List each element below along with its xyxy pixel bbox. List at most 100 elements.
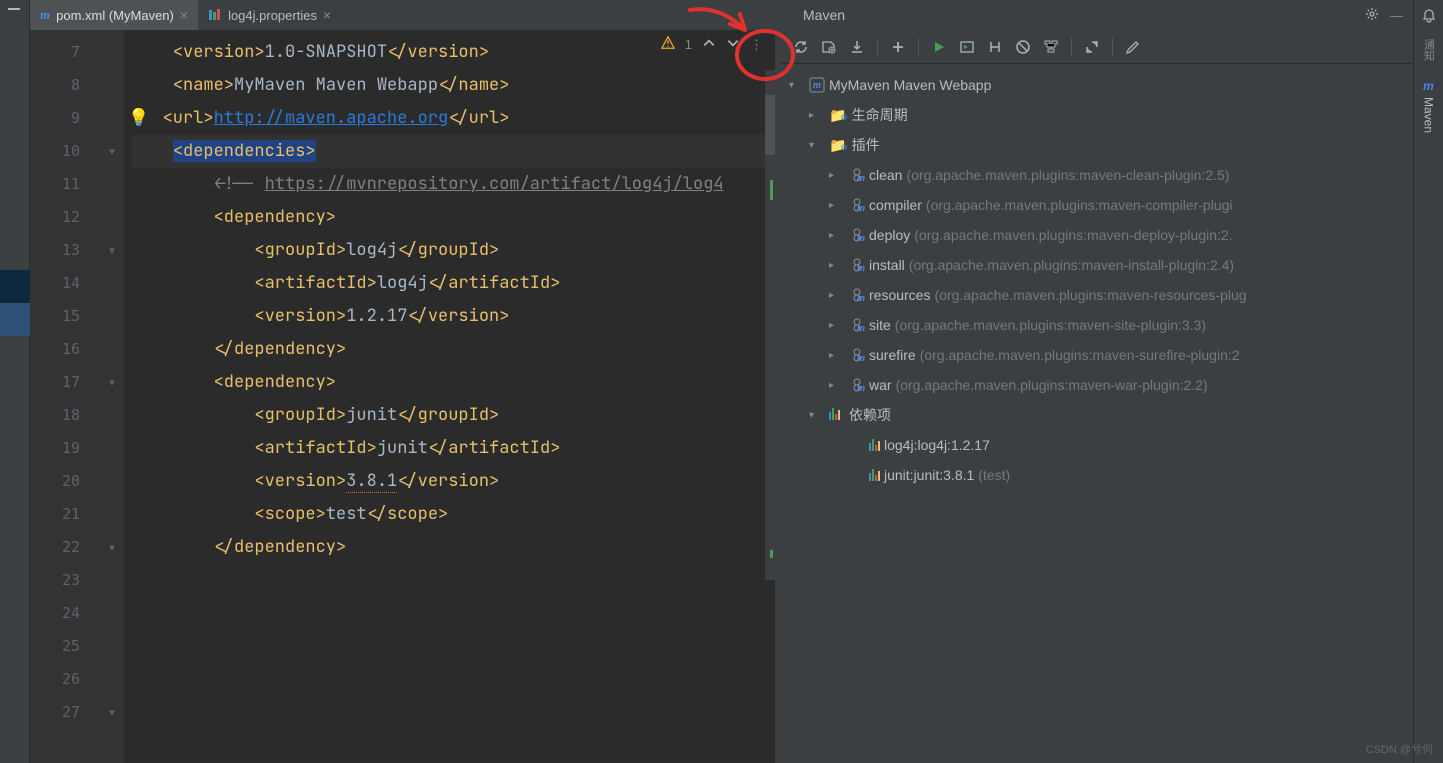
line-number: 15 xyxy=(30,300,100,333)
code-line[interactable]: </dependency> xyxy=(132,333,775,366)
maven-side-tab[interactable]: m Maven xyxy=(1420,73,1438,139)
code-line[interactable]: <dependencies> xyxy=(132,135,775,168)
tab-pom-xml[interactable]: m pom.xml (MyMaven) × xyxy=(30,0,198,30)
generate-sources-icon[interactable] xyxy=(817,35,841,59)
next-highlight-icon[interactable] xyxy=(726,36,740,53)
fold-handle[interactable]: ▾ xyxy=(100,366,124,399)
fold-handle xyxy=(100,597,124,630)
line-number: 27 xyxy=(30,696,100,729)
code-line[interactable]: <artifactId>log4j</artifactId> xyxy=(132,267,775,300)
code-line[interactable]: <artifactId>junit</artifactId> xyxy=(132,432,775,465)
run-icon[interactable] xyxy=(927,35,951,59)
tree-row[interactable]: log4j:log4j:1.2.17 xyxy=(781,430,1413,460)
show-deps-icon[interactable] xyxy=(1039,35,1063,59)
toggle-offline-icon[interactable] xyxy=(983,35,1007,59)
fold-handle[interactable]: ▾ xyxy=(100,234,124,267)
code-line[interactable]: <version>3.8.1</version> xyxy=(132,465,775,498)
line-number: 22 xyxy=(30,531,100,564)
warning-icon[interactable] xyxy=(661,36,675,53)
collapse-icon[interactable] xyxy=(8,8,20,10)
add-project-icon[interactable] xyxy=(886,35,910,59)
right-tool-strip: 通知 m Maven xyxy=(1413,0,1443,763)
line-number: 23 xyxy=(30,564,100,597)
line-number: 17 xyxy=(30,366,100,399)
line-number: 26 xyxy=(30,663,100,696)
fold-handle xyxy=(100,333,124,366)
tree-row[interactable]: ▸mcompiler (org.apache.maven.plugins:mav… xyxy=(781,190,1413,220)
warning-count: 1 xyxy=(685,37,692,52)
settings-icon[interactable] xyxy=(1121,35,1145,59)
fold-handle[interactable]: ▾ xyxy=(100,696,124,729)
close-icon[interactable]: × xyxy=(323,7,331,23)
tree-row[interactable]: ▸minstall (org.apache.maven.plugins:mave… xyxy=(781,250,1413,280)
code-line[interactable]: <dependency> xyxy=(132,201,775,234)
gear-icon[interactable] xyxy=(1364,6,1380,25)
fold-handle xyxy=(100,564,124,597)
line-number: 25 xyxy=(30,630,100,663)
gutter-marker xyxy=(0,270,30,303)
maven-toolbar xyxy=(781,30,1413,64)
tree-row[interactable]: ▸mwar (org.apache.maven.plugins:maven-wa… xyxy=(781,370,1413,400)
fold-handle xyxy=(100,201,124,234)
download-sources-icon[interactable] xyxy=(845,35,869,59)
fold-handle[interactable]: ▾ xyxy=(100,531,124,564)
collapse-all-icon[interactable] xyxy=(1080,35,1104,59)
code-line[interactable]: 💡 <url>http://maven.apache.org</url> xyxy=(132,102,775,135)
prev-highlight-icon[interactable] xyxy=(702,36,716,53)
code-line[interactable]: <groupId>junit</groupId> xyxy=(132,399,775,432)
error-stripe[interactable] xyxy=(765,70,775,580)
tree-row[interactable]: ▾依赖项 xyxy=(781,400,1413,430)
editor-body: 789101112131415161718192021222324252627 … xyxy=(30,30,775,763)
fold-handle xyxy=(100,399,124,432)
gutter-marker xyxy=(0,303,30,336)
tree-row[interactable]: ▸mclean (org.apache.maven.plugins:maven-… xyxy=(781,160,1413,190)
code-line[interactable]: <name>MyMaven Maven Webapp</name> xyxy=(132,69,775,102)
tree-row[interactable]: ▸📁⚙生命周期 xyxy=(781,100,1413,130)
fold-handle xyxy=(100,498,124,531)
editor-pane: m pom.xml (MyMaven) × log4j.properties ×… xyxy=(30,0,775,763)
watermark: CSDN @兮何 xyxy=(1366,741,1433,757)
line-number: 9 xyxy=(30,102,100,135)
code-area[interactable]: <version>1.0-SNAPSHOT</version> <name>My… xyxy=(124,30,775,763)
tree-row[interactable]: ▸mresources (org.apache.maven.plugins:ma… xyxy=(781,280,1413,310)
close-icon[interactable]: × xyxy=(180,7,188,23)
more-icon[interactable]: ⋮ xyxy=(750,37,763,53)
minimize-icon[interactable]: — xyxy=(1390,8,1403,23)
skip-tests-icon[interactable] xyxy=(1011,35,1035,59)
code-line[interactable]: <scope>test</scope> xyxy=(132,498,775,531)
code-line[interactable]: <dependency> xyxy=(132,366,775,399)
tree-row[interactable]: ▾mMyMaven Maven Webapp xyxy=(781,70,1413,100)
tab-label: pom.xml (MyMaven) xyxy=(56,8,174,23)
tree-row[interactable]: junit:junit:3.8.1 (test) xyxy=(781,460,1413,490)
tree-row[interactable]: ▸msite (org.apache.maven.plugins:maven-s… xyxy=(781,310,1413,340)
tree-row[interactable]: ▸msurefire (org.apache.maven.plugins:mav… xyxy=(781,340,1413,370)
maven-tree[interactable]: ▾mMyMaven Maven Webapp▸📁⚙生命周期▾📁⚙插件▸mclea… xyxy=(781,64,1413,763)
maven-title: Maven xyxy=(791,7,1354,23)
code-line[interactable]: <version>1.2.17</version> xyxy=(132,300,775,333)
execute-goal-icon[interactable] xyxy=(955,35,979,59)
left-tool-strip xyxy=(0,0,30,763)
fold-handle xyxy=(100,267,124,300)
fold-handle xyxy=(100,300,124,333)
editor-tabs: m pom.xml (MyMaven) × log4j.properties × xyxy=(30,0,775,30)
notifications-tab[interactable]: 通知 xyxy=(1421,39,1437,61)
fold-handle xyxy=(100,69,124,102)
line-number: 13 xyxy=(30,234,100,267)
fold-handle[interactable]: ▾ xyxy=(100,135,124,168)
tree-row[interactable]: ▸mdeploy (org.apache.maven.plugins:maven… xyxy=(781,220,1413,250)
tab-log4j-properties[interactable]: log4j.properties × xyxy=(198,0,341,30)
line-number: 12 xyxy=(30,201,100,234)
line-number: 20 xyxy=(30,465,100,498)
fold-handle xyxy=(100,630,124,663)
tree-row[interactable]: ▾📁⚙插件 xyxy=(781,130,1413,160)
bell-icon[interactable] xyxy=(1421,8,1437,27)
line-number: 8 xyxy=(30,69,100,102)
code-line[interactable]: </dependency> xyxy=(132,531,775,564)
fold-handle xyxy=(100,465,124,498)
reload-icon[interactable] xyxy=(789,35,813,59)
code-line[interactable]: <!-- https://mvnrepository.com/artifact/… xyxy=(132,168,775,201)
code-line[interactable]: <groupId>log4j</groupId> xyxy=(132,234,775,267)
line-number: 16 xyxy=(30,333,100,366)
line-number: 19 xyxy=(30,432,100,465)
maven-header: Maven — xyxy=(781,0,1413,30)
